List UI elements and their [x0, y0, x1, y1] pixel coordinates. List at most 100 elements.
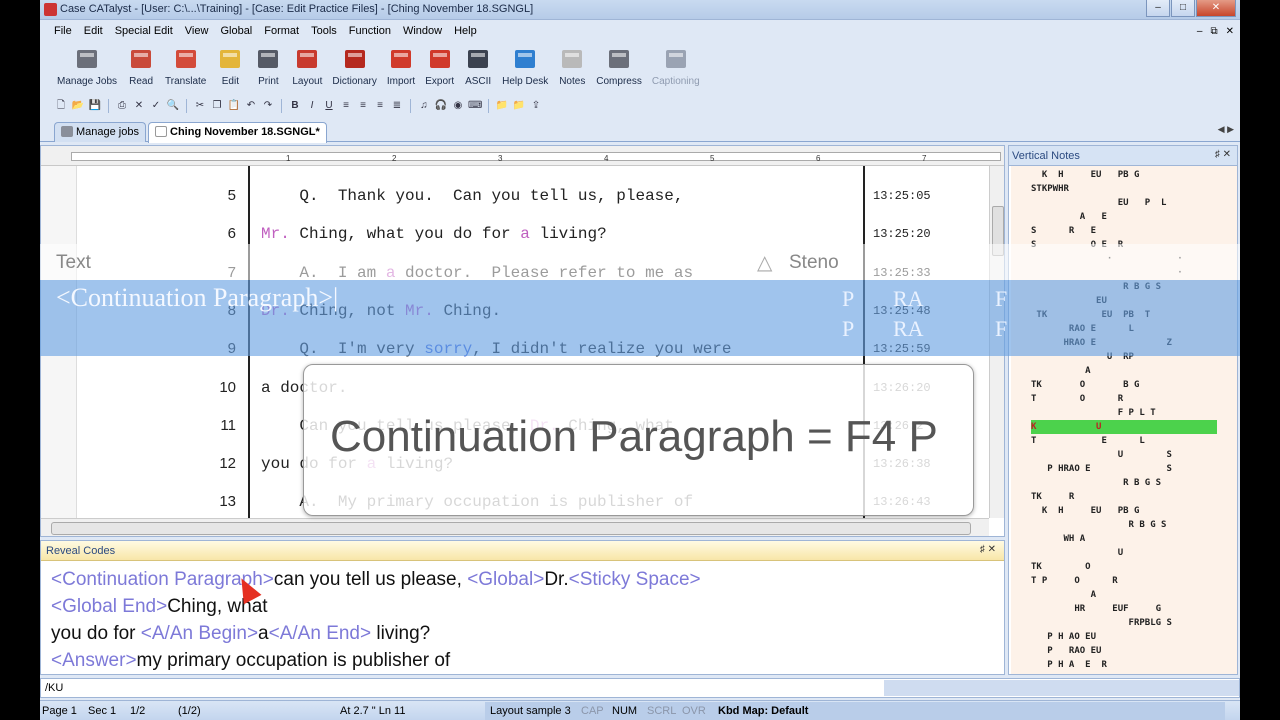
- redo-icon[interactable]: ↷: [261, 99, 275, 113]
- menu-help[interactable]: Help: [448, 25, 483, 37]
- ascii-icon: [464, 45, 492, 73]
- command-bar[interactable]: /KU: [40, 678, 1240, 698]
- tab-label: Ching November 18.SGNGL*: [170, 126, 320, 138]
- spellcheck-icon[interactable]: ✓: [149, 99, 163, 113]
- steno-stroke-line: K H EU PB G: [1031, 170, 1140, 180]
- menu-tools[interactable]: Tools: [305, 25, 343, 37]
- undo-icon[interactable]: ↶: [244, 99, 258, 113]
- paste-icon[interactable]: 📋: [227, 99, 241, 113]
- translate-button[interactable]: Translate: [160, 42, 211, 94]
- mdi-minimize-button[interactable]: –: [1197, 26, 1203, 37]
- compress-button[interactable]: Compress: [591, 42, 647, 94]
- steno-stroke-line: TK O: [1031, 562, 1091, 572]
- audio-icon[interactable]: ♫: [417, 99, 431, 113]
- help-desk-button[interactable]: Help Desk: [497, 42, 553, 94]
- steno-stroke-line: T O R: [1031, 394, 1124, 404]
- cut-icon[interactable]: ✂: [193, 99, 207, 113]
- menu-global[interactable]: Global: [214, 25, 258, 37]
- steno-stroke-line: P H A E R: [1031, 660, 1107, 670]
- new-document-icon[interactable]: 🗋: [54, 99, 68, 113]
- align-center-icon[interactable]: ≡: [356, 99, 370, 113]
- underline-icon[interactable]: U: [322, 99, 336, 113]
- delete-icon[interactable]: ✕: [132, 99, 146, 113]
- tab-scroll-arrows[interactable]: ◀ ▶: [1218, 124, 1234, 135]
- format-code: <A/An Begin>: [140, 623, 259, 644]
- captioning-button[interactable]: Captioning: [647, 42, 705, 94]
- close-button[interactable]: ✕: [1196, 0, 1236, 17]
- dictionary-icon: [341, 45, 369, 73]
- export-button[interactable]: Export: [420, 42, 459, 94]
- folder-new-icon[interactable]: 📁: [512, 99, 526, 113]
- print-small-icon[interactable]: ⎙: [115, 99, 129, 113]
- edit-button[interactable]: Edit: [211, 42, 249, 94]
- pin-close-icons[interactable]: ♯ ✕: [1215, 149, 1231, 160]
- realtime-icon[interactable]: ◉: [451, 99, 465, 113]
- menu-view[interactable]: View: [179, 25, 215, 37]
- menu-special-edit[interactable]: Special Edit: [109, 25, 179, 37]
- steno-stroke-line: P HRAO E S: [1031, 464, 1172, 474]
- notes-icon: [558, 45, 586, 73]
- tab-manage-jobs[interactable]: Manage jobs: [54, 122, 146, 142]
- steno-stroke-line: TK R: [1031, 492, 1075, 502]
- folder-open-icon[interactable]: 📁: [495, 99, 509, 113]
- ribbon-button-label: Print: [258, 76, 279, 87]
- bold-icon[interactable]: B: [288, 99, 302, 113]
- print-button[interactable]: Print: [249, 42, 287, 94]
- status-position: At 2.7 " Ln 11: [340, 705, 406, 717]
- mdi-close-button[interactable]: ✕: [1226, 26, 1234, 37]
- open-folder-icon[interactable]: 📂: [71, 99, 85, 113]
- scroll-thumb[interactable]: [51, 522, 971, 535]
- read-button[interactable]: Read: [122, 42, 160, 94]
- steno-icon[interactable]: ⌨: [468, 99, 482, 113]
- format-code: <Global>: [467, 569, 545, 590]
- steno-stroke-line: P H AO EU: [1031, 632, 1097, 642]
- steno-notes[interactable]: K H EU PB GSTKPWHR EU P L A ES R ES O E …: [1011, 166, 1237, 674]
- align-left-icon[interactable]: ≡: [339, 99, 353, 113]
- align-right-icon[interactable]: ≡: [373, 99, 387, 113]
- menu-format[interactable]: Format: [258, 25, 305, 37]
- dictionary-button[interactable]: Dictionary: [327, 42, 381, 94]
- find-icon[interactable]: 🔍: [166, 99, 180, 113]
- manage-jobs-button[interactable]: Manage Jobs: [52, 42, 122, 94]
- tab-ching-document[interactable]: Ching November 18.SGNGL*: [148, 122, 327, 143]
- text-run: you do for: [51, 623, 141, 644]
- italic-icon[interactable]: I: [305, 99, 319, 113]
- ruler: 1 2 3 4 5 6 7: [41, 146, 1004, 166]
- edit-icon: [216, 45, 244, 73]
- pin-close-icons[interactable]: ♯ ✕: [980, 544, 996, 555]
- format-code: <Answer>: [51, 650, 137, 671]
- shortcut-popup: Continuation Paragraph = F4 P: [303, 364, 974, 516]
- menu-edit[interactable]: Edit: [78, 25, 109, 37]
- menu-function[interactable]: Function: [343, 25, 397, 37]
- minimize-button[interactable]: –: [1146, 0, 1170, 17]
- steno-stroke-line: K H EU PB G: [1031, 506, 1140, 516]
- print-icon: [254, 45, 282, 73]
- text-run: Ching, what you do for: [289, 225, 521, 244]
- status-bar: Page 1 Sec 1 1/2 (1/2) At 2.7 " Ln 11 La…: [40, 700, 1240, 720]
- ascii-button[interactable]: ASCII: [459, 42, 497, 94]
- notes-button[interactable]: Notes: [553, 42, 591, 94]
- text-column-header: Text: [56, 252, 91, 273]
- justify-icon[interactable]: ≣: [390, 99, 404, 113]
- maximize-button[interactable]: □: [1171, 0, 1195, 17]
- vertical-notes-panel: Vertical Notes ♯ ✕ K H EU PB G STKPWHR EU…: [1008, 145, 1238, 675]
- import-button[interactable]: Import: [382, 42, 420, 94]
- save-icon[interactable]: 💾: [88, 99, 102, 113]
- transcript-line[interactable]: 5 Q. Thank you. Can you tell us, please,…: [41, 178, 1004, 216]
- headphones-icon[interactable]: 🎧: [434, 99, 448, 113]
- menu-window[interactable]: Window: [397, 25, 448, 37]
- reveal-codes-panel: Reveal Codes ♯ ✕ <Continuation Paragraph…: [40, 540, 1005, 675]
- menu-file[interactable]: File: [48, 25, 78, 37]
- layout-button[interactable]: Layout: [287, 42, 327, 94]
- panel-header: Vertical Notes ♯ ✕: [1009, 146, 1237, 166]
- reveal-codes-line: <Continuation Paragraph>can you tell us …: [51, 569, 701, 591]
- export-icon: [426, 45, 454, 73]
- application-window: Case CATalyst - [User: C:\...\Training] …: [40, 0, 1240, 720]
- export-small-icon[interactable]: ⇪: [529, 99, 543, 113]
- line-number: 5: [227, 187, 236, 204]
- copy-icon[interactable]: ❐: [210, 99, 224, 113]
- ribbon-button-label: Layout: [292, 76, 323, 87]
- globaled-word: Mr.: [261, 225, 290, 244]
- mdi-restore-button[interactable]: ⧉: [1210, 26, 1217, 37]
- status-num: NUM: [612, 705, 638, 717]
